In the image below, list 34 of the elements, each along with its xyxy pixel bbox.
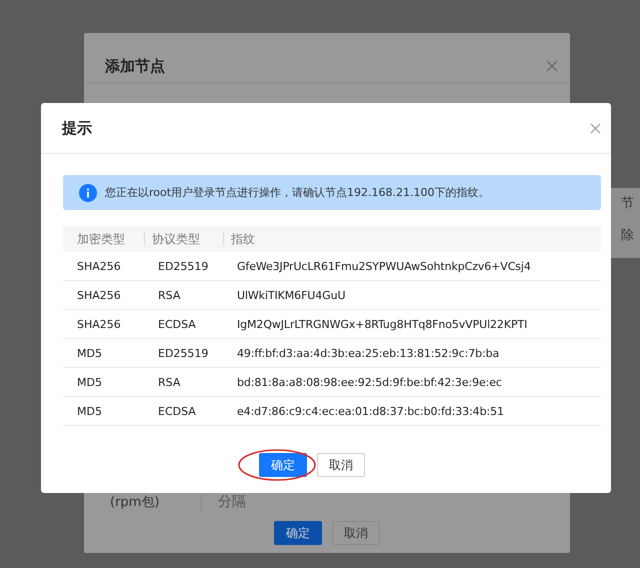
alert-message: 您正在以root用户登录节点进行操作，请确认节点192.168.21.100下的指纹。 xyxy=(105,185,490,200)
table-cell: ED25519 xyxy=(158,260,208,272)
confirm-button[interactable]: 确定 xyxy=(259,453,307,477)
table-cell: MD5 xyxy=(77,346,102,360)
column-header: 指纹 xyxy=(223,232,255,246)
table-cell: UlWkiTIKM6FU4GuU xyxy=(237,288,346,302)
dialog-title: 提示 xyxy=(62,118,92,138)
table-cell: ED25519 xyxy=(158,346,208,360)
table-cell: SHA256 xyxy=(77,260,121,272)
table-cell: e4:d7:86:c9:c4:ec:ea:01:d8:37:bc:b0:fd:33:4b:51 xyxy=(237,404,504,418)
column-header: 协议类型 xyxy=(144,232,200,246)
table-cell: MD5 xyxy=(77,376,102,388)
table-cell: ECDSA xyxy=(158,404,196,418)
table-cell: 49:ff:bf:d3:aa:4d:3b:ea:25:eb:13:81:52:9c:7b:ba xyxy=(237,346,500,360)
table-cell: MD5 xyxy=(77,404,102,418)
confirm-button[interactable]: 确定 xyxy=(274,521,322,545)
page-text: 除 xyxy=(621,228,635,244)
table-cell: ECDSA xyxy=(158,318,196,330)
close-icon[interactable] xyxy=(546,60,558,72)
info-icon xyxy=(79,184,97,202)
table-cell: RSA xyxy=(158,376,180,388)
table-cell: RSA xyxy=(158,288,180,302)
cancel-button[interactable]: 取消 xyxy=(332,521,380,545)
table-cell: IgM2QwJLrLTRGNWGx+8RTug8HTq8Fno5vVPUl22KPTI xyxy=(237,318,528,330)
column-header: 加密类型 xyxy=(76,230,125,248)
table-cell: GfeWe3JPrUcLR61Fmu2SYPWUAwSohtnkpCzv6+VCsj4 xyxy=(237,260,531,272)
table-cell: SHA256 xyxy=(77,288,121,302)
table-cell: SHA256 xyxy=(77,318,121,330)
page-text: 节 xyxy=(621,196,635,212)
close-icon[interactable] xyxy=(590,122,601,134)
field-value: 分隔 xyxy=(217,493,246,511)
cancel-button[interactable]: 取消 xyxy=(317,453,365,477)
table-cell: bd:81:8a:a8:08:98:ee:92:5d:9f:be:bf:42:3e:9e:ec xyxy=(237,376,502,388)
dialog-title: 添加节点 xyxy=(105,56,165,76)
